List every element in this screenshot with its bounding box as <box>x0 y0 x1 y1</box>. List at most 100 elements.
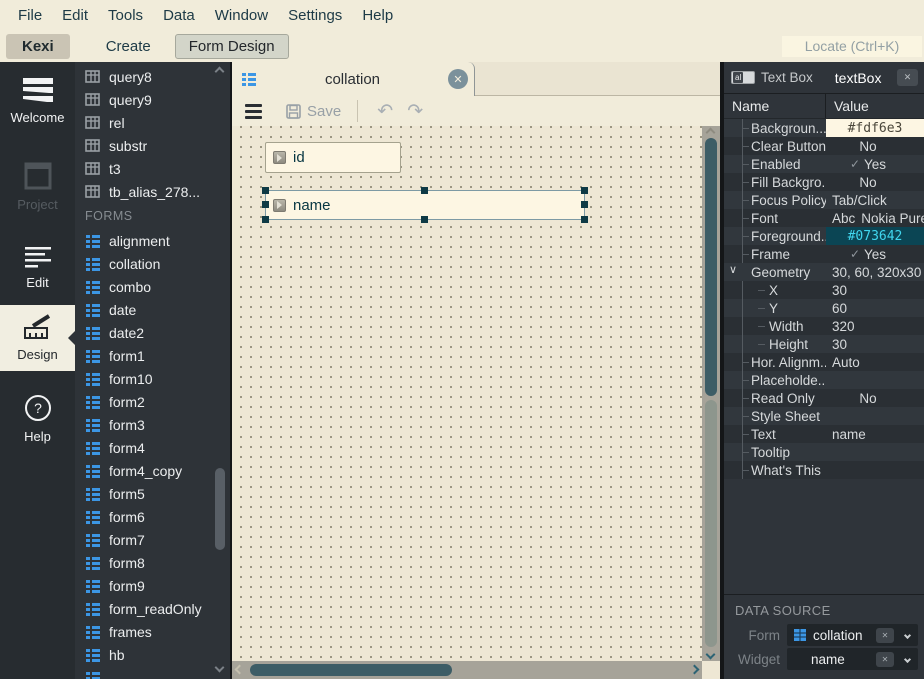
property-row[interactable]: ∨What's This ✓Abc <box>724 461 924 479</box>
property-row[interactable]: ∨Enabled ✓AbcYes <box>724 155 924 173</box>
resize-handle[interactable] <box>581 187 588 194</box>
property-row[interactable]: ∨Read Only ✓AbcNo <box>724 389 924 407</box>
clear-name-icon[interactable]: ✕ <box>897 69 918 86</box>
property-value[interactable]: ✓Abc <box>826 407 924 425</box>
navigator-item[interactable]: t3 <box>75 157 230 180</box>
property-row[interactable]: ∨Tooltip ✓Abc <box>724 443 924 461</box>
menu-item[interactable]: Help <box>352 2 403 29</box>
property-value[interactable]: ✓Abc <box>826 461 924 479</box>
navigator-item[interactable]: collation <box>75 252 230 275</box>
navigator-item[interactable]: substr <box>75 134 230 157</box>
property-value[interactable]: ✓AbcNo <box>826 389 924 407</box>
navigator-item[interactable]: date <box>75 298 230 321</box>
navigator-item[interactable]: query9 <box>75 88 230 111</box>
property-value[interactable]: ✓AbcYes <box>826 155 924 173</box>
resize-handle[interactable] <box>421 187 428 194</box>
scroll-down-icon[interactable] <box>215 663 225 673</box>
scroll-down-icon[interactable] <box>706 650 716 660</box>
navigator-item[interactable]: form8 <box>75 551 230 574</box>
property-value[interactable]: ✓AbcNokia Pure Text <box>826 209 924 227</box>
form-design-canvas[interactable]: id name <box>232 126 702 661</box>
menu-item[interactable]: Data <box>153 2 205 29</box>
redo-icon[interactable]: ↷ <box>404 100 426 123</box>
sidebar-item-design[interactable]: Design <box>0 305 75 371</box>
navigator-scrollbar-thumb[interactable] <box>215 468 225 550</box>
property-value[interactable]: ✓Abc#073642 <box>826 227 924 245</box>
navigator-item[interactable]: query8 <box>75 65 230 88</box>
resize-handle[interactable] <box>581 216 588 223</box>
clear-icon[interactable]: ✕ <box>876 628 894 643</box>
property-row[interactable]: ∨Frame ✓AbcYes <box>724 245 924 263</box>
property-row[interactable]: ∨Clear Button ✓AbcNo <box>724 137 924 155</box>
navigator-item[interactable]: form3 <box>75 413 230 436</box>
save-button[interactable]: Save <box>286 103 341 120</box>
navigator-item[interactable]: form7 <box>75 528 230 551</box>
navigator-item[interactable]: form2 <box>75 390 230 413</box>
scroll-up-icon[interactable] <box>215 67 225 77</box>
property-value[interactable]: ✓Abc30 <box>826 281 924 299</box>
resize-handle[interactable] <box>262 201 269 208</box>
scroll-left-icon[interactable] <box>235 665 245 675</box>
widget-name-field[interactable]: textBox <box>835 70 897 86</box>
menu-item[interactable]: File <box>8 2 52 29</box>
tab-kexi[interactable]: Kexi <box>6 34 70 59</box>
property-value[interactable]: ✓Abc <box>826 371 924 389</box>
property-row[interactable]: ∨Backgroun... ✓Abc#fdf6e3 <box>724 119 924 137</box>
property-value[interactable]: ✓Abc320 <box>826 317 924 335</box>
document-tab-collation[interactable]: collation ✕ <box>232 62 475 96</box>
resize-handle[interactable] <box>421 216 428 223</box>
property-value[interactable]: ✓Abc#fdf6e3 <box>826 119 924 137</box>
navigator-scrollbar[interactable] <box>214 66 227 673</box>
navigator-item[interactable]: hb <box>75 643 230 666</box>
resize-handle[interactable] <box>581 201 588 208</box>
sidebar-item-welcome[interactable]: Welcome <box>0 68 75 134</box>
navigator-item[interactable]: rel <box>75 111 230 134</box>
horizontal-scrollbar[interactable] <box>232 661 702 679</box>
navigator-item[interactable]: alignment <box>75 229 230 252</box>
tab-form-design[interactable]: Form Design <box>175 34 289 59</box>
menu-item[interactable]: Window <box>205 2 278 29</box>
menu-icon[interactable] <box>245 102 262 121</box>
property-row[interactable]: ∨Style Sheet ✓Abc <box>724 407 924 425</box>
vertical-scrollbar-track[interactable] <box>705 400 717 647</box>
scroll-up-icon[interactable] <box>706 128 716 138</box>
undo-icon[interactable]: ↶ <box>374 100 396 123</box>
menu-item[interactable]: Settings <box>278 2 352 29</box>
property-row[interactable]: ∨Font ✓AbcNokia Pure Text <box>724 209 924 227</box>
property-value[interactable]: ✓AbcNo <box>826 137 924 155</box>
sidebar-item-edit[interactable]: Edit <box>0 237 75 299</box>
chevron-down-icon[interactable] <box>900 657 914 662</box>
property-value[interactable]: ✓AbcAuto <box>826 353 924 371</box>
column-header-name[interactable]: Name <box>724 94 826 118</box>
form-combo[interactable]: collation ✕ <box>787 624 918 646</box>
property-value[interactable]: ✓AbcYes <box>826 245 924 263</box>
property-row[interactable]: ∨Fill Backgro... ✓AbcNo <box>724 173 924 191</box>
close-icon[interactable]: ✕ <box>448 69 468 89</box>
property-row[interactable]: ∨Placeholde... ✓Abc <box>724 371 924 389</box>
expand-arrow-icon[interactable]: ∨ <box>729 263 737 276</box>
property-row[interactable]: ∨Foreground... ✓Abc#073642 <box>724 227 924 245</box>
property-row[interactable]: ∨Focus Policy ✓AbcTab/Click <box>724 191 924 209</box>
property-row[interactable]: ∨Width ✓Abc320 <box>724 317 924 335</box>
textbox-widget-id[interactable]: id <box>265 142 401 173</box>
property-value[interactable]: ✓AbcNo <box>826 173 924 191</box>
property-row[interactable]: ∨Height ✓Abc30 <box>724 335 924 353</box>
column-header-value[interactable]: Value <box>826 94 869 118</box>
navigator-item[interactable] <box>75 666 230 679</box>
property-value[interactable]: ✓Abc60 <box>826 299 924 317</box>
widget-combo[interactable]: name ✕ <box>787 648 918 670</box>
property-value[interactable]: ✓Abc30, 60, 320x30 <box>826 263 924 281</box>
vertical-scrollbar[interactable] <box>702 126 720 661</box>
scroll-right-icon[interactable] <box>690 665 700 675</box>
navigator-item[interactable]: form9 <box>75 574 230 597</box>
menu-item[interactable]: Tools <box>98 2 153 29</box>
resize-handle[interactable] <box>262 187 269 194</box>
property-value[interactable]: ✓Abcname <box>826 425 924 443</box>
chevron-down-icon[interactable] <box>900 633 914 638</box>
property-row[interactable]: ∨Text ✓Abcname <box>724 425 924 443</box>
sidebar-item-help[interactable]: ? Help <box>0 385 75 453</box>
property-row[interactable]: ∨X ✓Abc30 <box>724 281 924 299</box>
menu-item[interactable]: Edit <box>52 2 98 29</box>
tab-create[interactable]: Create <box>90 34 167 59</box>
navigator-item[interactable]: form10 <box>75 367 230 390</box>
